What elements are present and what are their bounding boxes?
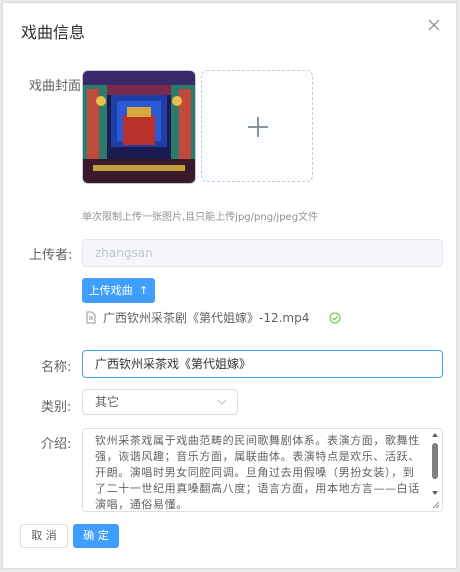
uploaded-file-item[interactable]: 广西钦州采茶剧《第代姐嫁》-12.mp4: [85, 309, 341, 326]
category-select[interactable]: 其它: [82, 389, 238, 415]
arrow-up-icon: ↑: [139, 284, 149, 297]
scroll-up-icon[interactable]: [430, 431, 440, 439]
chevron-down-icon: [217, 399, 227, 405]
cover-thumbnail[interactable]: [82, 70, 196, 184]
name-input[interactable]: 广西钦州采茶戏《第代姐嫁》: [82, 350, 443, 378]
textarea-scrollbar[interactable]: [430, 431, 440, 509]
cancel-button[interactable]: 取 消: [20, 524, 68, 548]
intro-textarea[interactable]: 钦州采茶戏属于戏曲范畴的民间歌舞剧体系。表演方面，歌舞性强，诙谐风趣；音乐方面，…: [82, 428, 443, 512]
success-check-icon: [329, 311, 341, 324]
intro-text: 钦州采茶戏属于戏曲范畴的民间歌舞剧体系。表演方面，歌舞性强，诙谐风趣；音乐方面，…: [95, 434, 420, 511]
close-icon[interactable]: [426, 17, 442, 33]
cover-label: 戏曲封面: [29, 79, 82, 94]
opera-info-dialog: 戏曲信息 戏曲封面 单次限制上传一张图片,且只能上传jpg/png/jpeg文件: [2, 2, 457, 569]
name-label: 名称:: [41, 360, 72, 375]
plus-icon-vertical: [257, 117, 259, 137]
uploader-input: zhangsan: [82, 239, 443, 267]
uploader-label: 上传者:: [29, 248, 73, 263]
uploaded-file-name: 广西钦州采茶剧《第代姐嫁》-12.mp4: [103, 311, 310, 325]
upload-video-button[interactable]: 上传戏曲 ↑: [82, 278, 155, 303]
scroll-thumb[interactable]: [432, 443, 438, 479]
upload-video-label: 上传戏曲: [88, 284, 133, 297]
confirm-button[interactable]: 确 定: [73, 524, 119, 548]
category-label: 类别:: [41, 400, 72, 415]
intro-label: 介绍:: [41, 437, 72, 452]
resize-handle-icon[interactable]: [432, 501, 440, 509]
scroll-down-icon[interactable]: [430, 489, 440, 497]
stage-image: [83, 71, 195, 183]
dialog-title: 戏曲信息: [21, 23, 86, 42]
upload-tip: 单次限制上传一张图片,且只能上传jpg/png/jpeg文件: [82, 212, 319, 223]
category-value: 其它: [95, 395, 120, 409]
cover-upload-button[interactable]: [201, 70, 313, 182]
document-icon: [86, 311, 96, 324]
